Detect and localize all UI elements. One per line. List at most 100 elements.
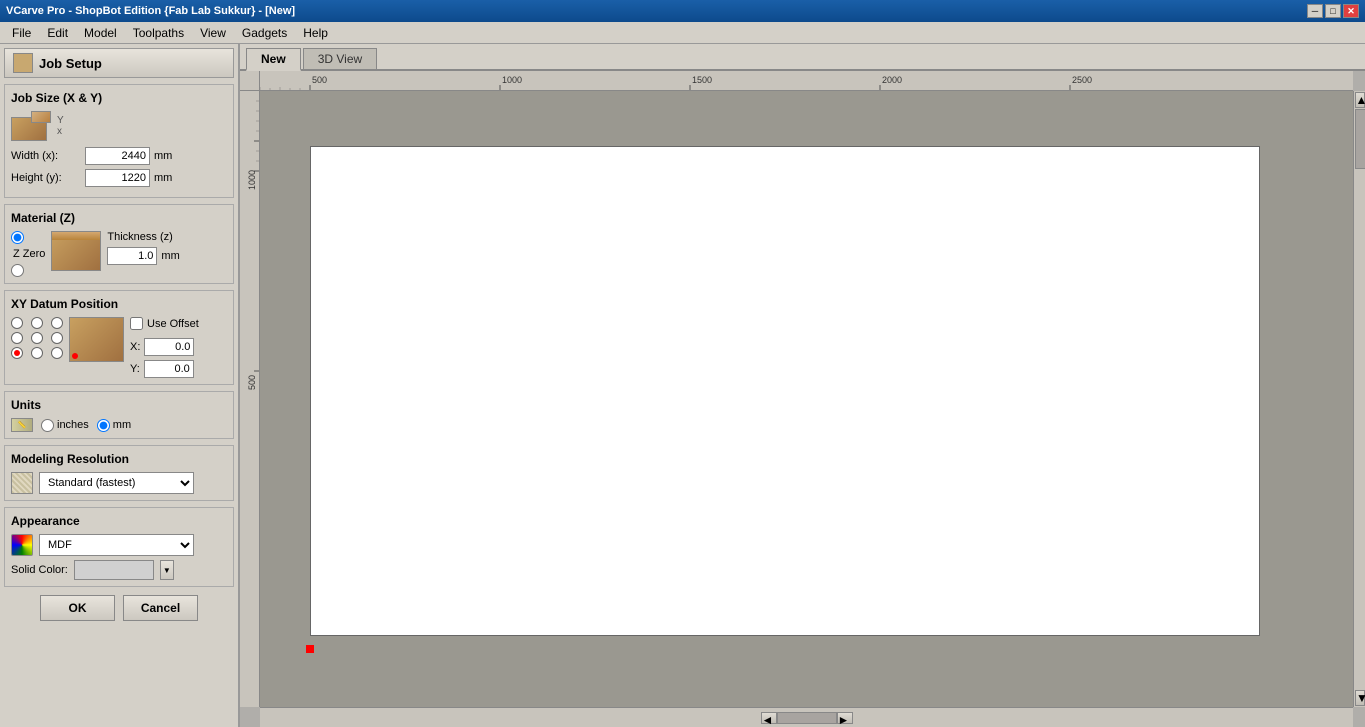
svg-text:1000: 1000 bbox=[502, 75, 522, 85]
inches-radio[interactable] bbox=[41, 419, 54, 432]
inches-option[interactable]: inches bbox=[41, 419, 89, 432]
panel-title: Job Setup bbox=[39, 56, 102, 71]
job-size-section: Job Size (X & Y) Yx Width (x): mm Height… bbox=[4, 84, 234, 198]
horizontal-ruler: 500 1000 1500 2000 2500 bbox=[260, 71, 1353, 91]
menu-model[interactable]: Model bbox=[76, 24, 125, 42]
z-zero-bottom-radio[interactable] bbox=[11, 264, 24, 277]
datum-layout: Use Offset X: Y: bbox=[11, 317, 227, 378]
datum-bc[interactable] bbox=[31, 347, 43, 359]
datum-red-dot bbox=[72, 353, 78, 359]
title-bar: VCarve Pro - ShopBot Edition {Fab Lab Su… bbox=[0, 0, 1365, 22]
resolution-select[interactable]: Standard (fastest) High Very High bbox=[39, 472, 194, 494]
color-dropdown-btn[interactable]: ▼ bbox=[160, 560, 174, 580]
datum-ml[interactable] bbox=[11, 332, 23, 344]
height-unit: mm bbox=[154, 172, 172, 184]
menu-help[interactable]: Help bbox=[295, 24, 336, 42]
datum-mc[interactable] bbox=[31, 332, 43, 344]
datum-bl[interactable] bbox=[11, 347, 23, 359]
window-controls[interactable]: ─ □ ✕ bbox=[1307, 4, 1359, 18]
thickness-col: Thickness (z) mm bbox=[107, 231, 179, 269]
job-setup-icon bbox=[13, 53, 33, 73]
xy-datum-section: XY Datum Position bbox=[4, 290, 234, 385]
height-input[interactable] bbox=[85, 169, 150, 187]
inches-label: inches bbox=[57, 419, 89, 431]
job-size-icon bbox=[11, 111, 51, 141]
svg-text:500: 500 bbox=[312, 75, 327, 85]
thickness-row: mm bbox=[107, 247, 179, 265]
width-unit: mm bbox=[154, 150, 172, 162]
thickness-input[interactable] bbox=[107, 247, 157, 265]
use-offset-label: Use Offset bbox=[147, 318, 199, 330]
scroll-h-thumb[interactable] bbox=[777, 712, 837, 724]
y-offset-input[interactable] bbox=[144, 360, 194, 378]
ok-button[interactable]: OK bbox=[40, 595, 115, 621]
scroll-v-up-btn[interactable]: ▲ bbox=[1355, 92, 1365, 108]
width-input[interactable] bbox=[85, 147, 150, 165]
svg-text:500: 500 bbox=[247, 375, 257, 390]
units-title: Units bbox=[11, 398, 227, 412]
scroll-v-down-btn[interactable]: ▼ bbox=[1355, 690, 1365, 706]
mm-label: mm bbox=[113, 419, 131, 431]
z-zero-top-option[interactable] bbox=[11, 231, 24, 244]
scroll-h-right-btn[interactable]: ► bbox=[837, 712, 853, 724]
datum-right: Use Offset X: Y: bbox=[130, 317, 199, 378]
color-icon bbox=[11, 534, 33, 556]
datum-tl[interactable] bbox=[11, 317, 23, 329]
use-offset-checkbox[interactable] bbox=[130, 317, 143, 330]
minimize-button[interactable]: ─ bbox=[1307, 4, 1323, 18]
svg-text:2500: 2500 bbox=[1072, 75, 1092, 85]
datum-grid bbox=[11, 317, 63, 359]
z-zero-bottom-option[interactable] bbox=[11, 264, 24, 277]
solid-color-row: Solid Color: ▼ bbox=[11, 560, 227, 580]
resolution-row: Standard (fastest) High Very High bbox=[11, 472, 227, 494]
use-offset-row: Use Offset bbox=[130, 317, 199, 330]
ruler-icon: 📏 bbox=[11, 418, 33, 432]
color-picker[interactable] bbox=[74, 560, 154, 580]
menu-file[interactable]: File bbox=[4, 24, 39, 42]
width-label: Width (x): bbox=[11, 150, 81, 162]
vertical-scrollbar[interactable]: ▲ ▼ bbox=[1353, 91, 1365, 707]
height-row: Height (y): mm bbox=[11, 169, 227, 187]
tab-new[interactable]: New bbox=[246, 48, 301, 71]
menu-view[interactable]: View bbox=[192, 24, 234, 42]
restore-button[interactable]: □ bbox=[1325, 4, 1341, 18]
drawing-canvas[interactable] bbox=[310, 146, 1260, 636]
x-offset-label: X: bbox=[130, 341, 140, 353]
z-zero-label: Z Zero bbox=[13, 248, 45, 260]
datum-br[interactable] bbox=[51, 347, 63, 359]
tab-3d-view[interactable]: 3D View bbox=[303, 48, 377, 69]
close-button[interactable]: ✕ bbox=[1343, 4, 1359, 18]
menu-edit[interactable]: Edit bbox=[39, 24, 76, 42]
xy-datum-title: XY Datum Position bbox=[11, 297, 227, 311]
scroll-h-left-btn[interactable]: ◄ bbox=[761, 712, 777, 724]
z-zero-top-radio[interactable] bbox=[11, 231, 24, 244]
horizontal-scrollbar[interactable]: ◄ ► bbox=[260, 707, 1353, 727]
x-offset-input[interactable] bbox=[144, 338, 194, 356]
width-row: Width (x): mm bbox=[11, 147, 227, 165]
datum-mr[interactable] bbox=[51, 332, 63, 344]
datum-tc[interactable] bbox=[31, 317, 43, 329]
solid-color-label: Solid Color: bbox=[11, 564, 68, 576]
units-row: 📏 inches mm bbox=[11, 418, 227, 432]
svg-text:1500: 1500 bbox=[692, 75, 712, 85]
mm-option[interactable]: mm bbox=[97, 419, 131, 432]
scroll-v-thumb[interactable] bbox=[1355, 109, 1365, 169]
modeling-resolution-section: Modeling Resolution Standard (fastest) H… bbox=[4, 445, 234, 501]
appearance-title: Appearance bbox=[11, 514, 227, 528]
tab-bar: New 3D View bbox=[240, 44, 1365, 71]
resolution-icon bbox=[11, 472, 33, 494]
cancel-button[interactable]: Cancel bbox=[123, 595, 198, 621]
z-zero-options: Z Zero bbox=[11, 231, 45, 277]
thickness-unit: mm bbox=[161, 250, 179, 262]
x-offset-row: X: bbox=[130, 338, 199, 356]
datum-tr[interactable] bbox=[51, 317, 63, 329]
thickness-label: Thickness (z) bbox=[107, 231, 179, 243]
material-select[interactable]: MDF Plywood Pine Oak Walnut bbox=[39, 534, 194, 556]
units-section: Units 📏 inches mm bbox=[4, 391, 234, 439]
xy-label: Yx bbox=[57, 115, 64, 137]
menu-gadgets[interactable]: Gadgets bbox=[234, 24, 295, 42]
menu-bar: File Edit Model Toolpaths View Gadgets H… bbox=[0, 22, 1365, 44]
svg-text:2000: 2000 bbox=[882, 75, 902, 85]
mm-radio[interactable] bbox=[97, 419, 110, 432]
menu-toolpaths[interactable]: Toolpaths bbox=[125, 24, 192, 42]
